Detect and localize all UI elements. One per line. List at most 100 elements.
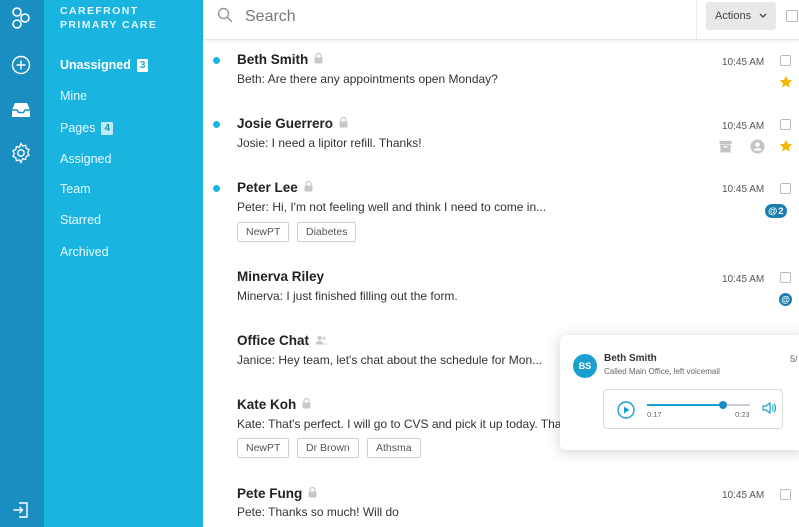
- voicemail-card[interactable]: BS Beth Smith Called Main Office, left v…: [560, 335, 799, 450]
- conversation-row[interactable]: Beth Smith Beth: Are there any appointme…: [203, 40, 799, 104]
- nav-item-label: Archived: [60, 245, 109, 259]
- message-preview: Peter: Hi, I'm not feeling well and thin…: [237, 200, 547, 214]
- actions-label: Actions: [715, 10, 752, 22]
- archive-icon[interactable]: [719, 140, 732, 158]
- nav-item-label: Pages: [60, 121, 96, 135]
- progress-fill: [647, 404, 724, 406]
- nav-item-archived[interactable]: Archived: [60, 245, 109, 259]
- lock-icon: [314, 52, 323, 67]
- nav-item-unassigned[interactable]: Unassigned 3: [60, 58, 149, 72]
- assign-user-icon[interactable]: [750, 139, 765, 159]
- nav-item-label: Mine: [60, 89, 88, 103]
- nav-item-label: Starred: [60, 213, 101, 227]
- nav-item-starred[interactable]: Starred: [60, 213, 101, 227]
- volume-icon[interactable]: [761, 400, 777, 421]
- contact-name: Josie Guerrero: [237, 116, 348, 131]
- contact-name-text: Peter Lee: [237, 180, 298, 195]
- timestamp: 10:45 AM: [722, 57, 765, 68]
- brand: CAREFRONT PRIMARY CARE: [60, 4, 157, 32]
- at-icon: @: [768, 205, 778, 217]
- unread-dot: [213, 121, 220, 128]
- contact-name-text: Minerva Riley: [237, 269, 325, 284]
- unread-dot: [213, 57, 220, 64]
- search-icon: [217, 7, 233, 28]
- nav-item-pages[interactable]: Pages 4: [60, 121, 114, 135]
- contact-name: Pete Fung: [237, 486, 317, 501]
- star-icon[interactable]: [779, 139, 793, 158]
- lock-icon: [339, 116, 348, 131]
- tag[interactable]: Dr Brown: [297, 438, 359, 458]
- contact-name: Beth Smith: [237, 52, 323, 67]
- contact-name-text: Kate Koh: [237, 397, 297, 412]
- svg-text:@: @: [781, 295, 790, 305]
- lock-icon: [302, 397, 311, 412]
- avatar: BS: [573, 354, 597, 378]
- current-time: 0:17: [647, 410, 662, 419]
- mention-icon[interactable]: @: [779, 293, 792, 311]
- voicemail-caller: Beth Smith: [604, 353, 657, 364]
- voicemail-date: 5/: [790, 354, 798, 364]
- count-badge: 4: [101, 121, 114, 135]
- nav-item-assigned[interactable]: Assigned: [60, 152, 111, 166]
- select-all-checkbox[interactable]: [786, 10, 798, 22]
- divider: [696, 0, 697, 40]
- top-bar: Actions: [203, 0, 799, 40]
- brand-line1: CAREFRONT: [60, 5, 139, 17]
- progress-handle[interactable]: [719, 401, 728, 409]
- app-window: CAREFRONT PRIMARY CARE Unassigned 3 Mine…: [0, 0, 799, 527]
- timestamp: 10:45 AM: [722, 274, 765, 285]
- count-badge: 3: [136, 58, 149, 72]
- logout-icon[interactable]: [9, 498, 33, 522]
- timestamp: 10:45 AM: [722, 184, 765, 195]
- nav-item-label: Unassigned: [60, 58, 131, 72]
- chevron-down-icon: [759, 10, 767, 22]
- contact-name: Kate Koh: [237, 397, 311, 412]
- row-checkbox[interactable]: [780, 272, 791, 283]
- contact-name: Peter Lee: [237, 180, 313, 195]
- search-input[interactable]: [245, 5, 545, 29]
- nav-item-mine[interactable]: Mine: [60, 89, 87, 103]
- conversation-row[interactable]: Pete Fung Pete: Thanks so much! Will do …: [203, 470, 799, 527]
- mention-badge[interactable]: @ 2: [765, 204, 787, 218]
- row-checkbox[interactable]: [780, 119, 791, 130]
- row-checkbox[interactable]: [780, 183, 791, 194]
- lock-icon: [304, 180, 313, 195]
- audio-player: 0:17 0:23: [603, 389, 783, 429]
- contact-name-text: Beth Smith: [237, 52, 309, 67]
- brand-line2: PRIMARY CARE: [60, 19, 158, 31]
- nav-panel: CAREFRONT PRIMARY CARE Unassigned 3 Mine…: [44, 0, 203, 527]
- duration: 0:23: [735, 410, 750, 419]
- logo-icon[interactable]: [9, 6, 33, 30]
- message-preview: Pete: Thanks so much! Will do: [237, 505, 399, 519]
- icon-rail: [0, 0, 44, 527]
- tag[interactable]: NewPT: [237, 438, 290, 458]
- play-icon[interactable]: [617, 401, 635, 424]
- lock-icon: [308, 486, 317, 501]
- row-checkbox[interactable]: [780, 489, 791, 500]
- contact-name-text: Office Chat: [237, 333, 310, 348]
- progress-track[interactable]: [647, 401, 750, 409]
- timestamp: 10:45 AM: [722, 121, 765, 132]
- tag[interactable]: Diabetes: [297, 222, 357, 242]
- row-checkbox[interactable]: [780, 55, 791, 66]
- tag[interactable]: Athsma: [367, 438, 421, 458]
- actions-button[interactable]: Actions: [706, 2, 776, 30]
- nav-item-team[interactable]: Team: [60, 182, 91, 196]
- conversation-row[interactable]: Josie Guerrero Josie: I need a lipitor r…: [203, 104, 799, 168]
- message-preview: Janice: Hey team, let's chat about the s…: [237, 353, 543, 367]
- message-preview: Kate: That's perfect. I will go to CVS a…: [237, 417, 569, 431]
- inbox-icon[interactable]: [9, 98, 33, 122]
- message-preview: Beth: Are there any appointments open Mo…: [237, 72, 498, 86]
- nav-item-label: Assigned: [60, 152, 112, 166]
- conversation-row[interactable]: Peter Lee Peter: Hi, I'm not feeling wel…: [203, 168, 799, 254]
- star-icon[interactable]: [779, 75, 793, 94]
- group-icon: [315, 333, 328, 348]
- unread-dot: [213, 185, 220, 192]
- timestamp: 10:45 AM: [722, 490, 765, 501]
- contact-name: Office Chat: [237, 333, 328, 348]
- settings-icon[interactable]: [9, 141, 33, 165]
- conversation-row[interactable]: Minerva Riley Minerva: I just finished f…: [203, 254, 799, 318]
- add-icon[interactable]: [9, 53, 33, 77]
- contact-name-text: Josie Guerrero: [237, 116, 334, 131]
- tag[interactable]: NewPT: [237, 222, 290, 242]
